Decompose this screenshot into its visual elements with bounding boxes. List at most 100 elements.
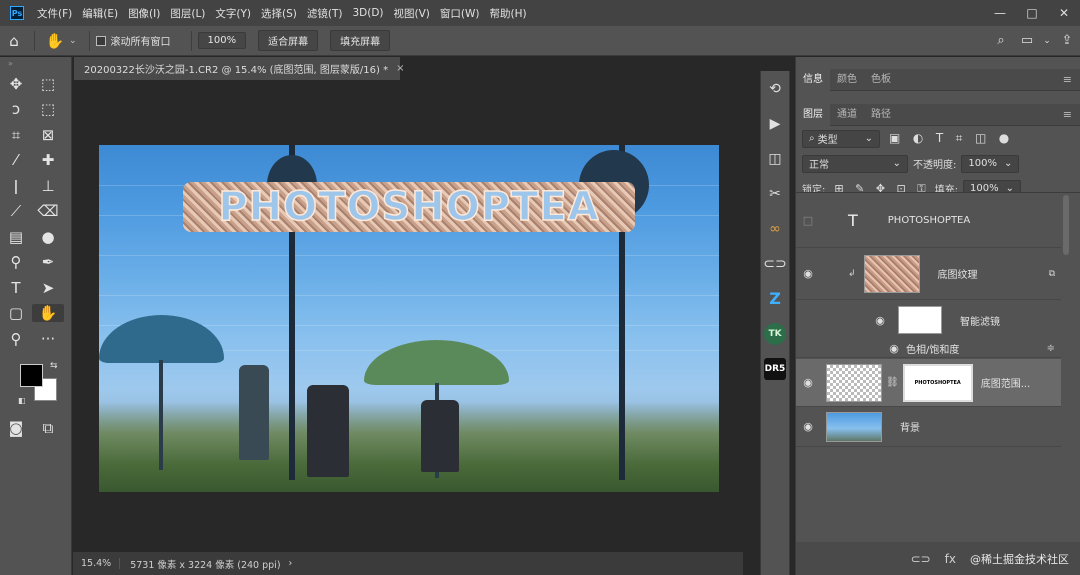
zoom-100-button[interactable]: 100% (197, 32, 247, 49)
pixel-filter-icon[interactable]: ▣ (889, 131, 900, 145)
panel-menu-icon[interactable]: ≡ (1063, 73, 1072, 86)
chevron-down-icon[interactable]: ⌄ (69, 36, 77, 46)
marquee-tool-icon[interactable]: ⬚ (32, 75, 64, 93)
tools-icon[interactable]: ✂ (761, 176, 789, 211)
shape-filter-icon[interactable]: ⌗ (956, 131, 963, 145)
zoom-tool-icon[interactable]: ⚲ (0, 330, 32, 348)
home-icon[interactable]: ⌂ (0, 32, 28, 50)
layer-photoshoptea[interactable]: □ T PHOTOSHOPTEA (796, 193, 1061, 248)
panel-grip[interactable] (796, 57, 1080, 69)
link-layers-icon[interactable]: ⊂⊃ (911, 552, 931, 566)
layer-style-icon[interactable]: fx (945, 552, 956, 566)
layer-mask-thumbnail[interactable]: PHOTOSHOPTEA (902, 363, 973, 402)
adjustment-filter-icon[interactable]: ◐ (913, 131, 923, 145)
layer-base-range[interactable]: ◉ ⛓ PHOTOSHOPTEA 底图范围... (796, 359, 1061, 407)
tab-swatches[interactable]: 色板 (864, 69, 898, 91)
filter-options-icon[interactable]: ≑ (1047, 343, 1055, 354)
history-brush-tool-icon[interactable]: ⟋ (0, 202, 32, 220)
object-select-tool-icon[interactable]: ⬚ (32, 100, 64, 118)
more-tools-icon[interactable]: ··· (32, 330, 64, 348)
layer-hue-saturation-filter[interactable]: ◉ 色相/饱和度 ≑ (796, 340, 1061, 358)
tab-color[interactable]: 颜色 (830, 69, 864, 91)
opacity-input[interactable]: 100% ⌄ (961, 154, 1020, 173)
share-icon[interactable]: ⇪ (1054, 33, 1080, 48)
frame-tool-icon[interactable]: ⊠ (32, 126, 64, 144)
layer-smart-filters[interactable]: ◉ 智能滤镜 (796, 300, 1061, 340)
fill-screen-button[interactable]: 填充屏幕 (330, 30, 391, 51)
menu-window[interactable]: 窗口(W) (435, 6, 485, 21)
close-window-button[interactable]: ✕ (1048, 6, 1080, 20)
eraser-tool-icon[interactable]: ⌫ (32, 202, 64, 220)
gradient-tool-icon[interactable]: ▤ (0, 228, 32, 246)
play-icon[interactable]: ▶ (761, 106, 789, 141)
screen-mode-icon[interactable]: ⧉ (32, 419, 64, 437)
type-tool-icon[interactable]: T (0, 279, 32, 297)
tab-channels[interactable]: 通道 (830, 104, 864, 126)
layer-filter-select[interactable]: ⌕ 类型 ⌄ (802, 129, 880, 148)
layer-base-texture[interactable]: ◉ ↲ 底图纹理 ⧉ (796, 248, 1061, 300)
menu-view[interactable]: 视图(V) (389, 6, 435, 21)
visibility-toggle[interactable]: □ (796, 214, 820, 227)
history-icon[interactable]: ⟲ (761, 71, 789, 106)
close-icon[interactable]: × (396, 63, 404, 74)
foreground-color-swatch[interactable] (20, 363, 43, 387)
quick-mask-icon[interactable]: ◙ (0, 419, 32, 437)
menu-image[interactable]: 图像(I) (123, 6, 165, 21)
eye-icon[interactable]: ◉ (796, 376, 820, 389)
lasso-tool-icon[interactable]: ↄ (0, 100, 32, 118)
eye-icon[interactable]: ◉ (796, 267, 820, 280)
search-icon[interactable]: ⌕ (988, 33, 1014, 48)
panel-grip-icon[interactable]: » (0, 57, 71, 71)
menu-help[interactable]: 帮助(H) (485, 6, 532, 21)
tab-paths[interactable]: 路径 (864, 104, 898, 126)
type-filter-icon[interactable]: T (936, 131, 943, 145)
layer-background[interactable]: ◉ 背景 (796, 407, 1061, 447)
fit-screen-button[interactable]: 适合屏幕 (258, 30, 319, 51)
pen-tool-icon[interactable]: ✒ (32, 253, 64, 271)
smart-object-filter-icon[interactable]: ◫ (975, 131, 986, 145)
panel-menu-icon[interactable]: ≡ (1063, 108, 1072, 121)
plugin-tk-icon[interactable]: TK (761, 316, 789, 351)
shape-tool-icon[interactable]: ▢ (0, 304, 32, 322)
libraries-icon[interactable]: ◫ (761, 141, 789, 176)
eyedropper-tool-icon[interactable]: ⁄ (0, 151, 32, 169)
menu-3d[interactable]: 3D(D) (347, 7, 388, 19)
clone-stamp-tool-icon[interactable]: ⊥ (32, 177, 64, 195)
menu-layer[interactable]: 图层(L) (165, 6, 210, 21)
plugin-chain-icon[interactable]: ∞ (761, 211, 789, 246)
plugin-z-icon[interactable]: Z (761, 281, 789, 316)
workspace-icon[interactable]: ▭ (1014, 33, 1040, 48)
maximize-button[interactable]: □ (1016, 6, 1048, 20)
eye-icon[interactable]: ◉ (868, 314, 892, 327)
eye-icon[interactable]: ◉ (796, 420, 820, 433)
brush-tool-icon[interactable]: ǀ (0, 177, 32, 195)
document-tab[interactable]: 20200322长沙沃之园-1.CR2 @ 15.4% (底图范围, 图层蒙版/… (74, 57, 404, 80)
scroll-all-checkbox[interactable] (95, 35, 106, 46)
blend-mode-select[interactable]: 正常 ⌄ (802, 154, 908, 173)
healing-brush-tool-icon[interactable]: ✚ (32, 151, 64, 169)
status-arrow-icon[interactable]: › (289, 558, 293, 569)
menu-filter[interactable]: 滤镜(T) (302, 6, 348, 21)
menu-file[interactable]: 文件(F) (32, 6, 77, 21)
document-image[interactable]: PHOTOSHOPTEA (99, 145, 719, 492)
menu-edit[interactable]: 编辑(E) (77, 6, 123, 21)
crop-tool-icon[interactable]: ⌗ (0, 126, 32, 144)
move-tool-icon[interactable]: ✥ (0, 75, 32, 93)
tab-info[interactable]: 信息 (796, 68, 830, 91)
chain-link-icon[interactable]: ⛓ (886, 377, 899, 388)
layers-scrollbar[interactable] (1063, 195, 1069, 255)
chevron-down-icon[interactable]: ⌄ (1040, 36, 1054, 46)
path-select-tool-icon[interactable]: ➤ (32, 279, 64, 297)
menu-type[interactable]: 文字(Y) (210, 6, 256, 21)
dodge-tool-icon[interactable]: ⚲ (0, 253, 32, 271)
menu-select[interactable]: 选择(S) (256, 6, 302, 21)
link-icon[interactable]: ⊂⊃ (761, 246, 789, 281)
default-colors-icon[interactable]: ◧ (18, 396, 26, 405)
hand-tool-icon[interactable]: ✋ (41, 32, 69, 50)
hand-tool-icon[interactable]: ✋ (32, 304, 64, 323)
blur-tool-icon[interactable]: ● (32, 228, 64, 246)
tab-layers[interactable]: 图层 (796, 103, 830, 126)
filter-toggle-icon[interactable]: ● (999, 131, 1009, 145)
swap-colors-icon[interactable]: ⇆ (50, 361, 58, 371)
plugin-dr5-icon[interactable]: DR5 (761, 351, 789, 386)
